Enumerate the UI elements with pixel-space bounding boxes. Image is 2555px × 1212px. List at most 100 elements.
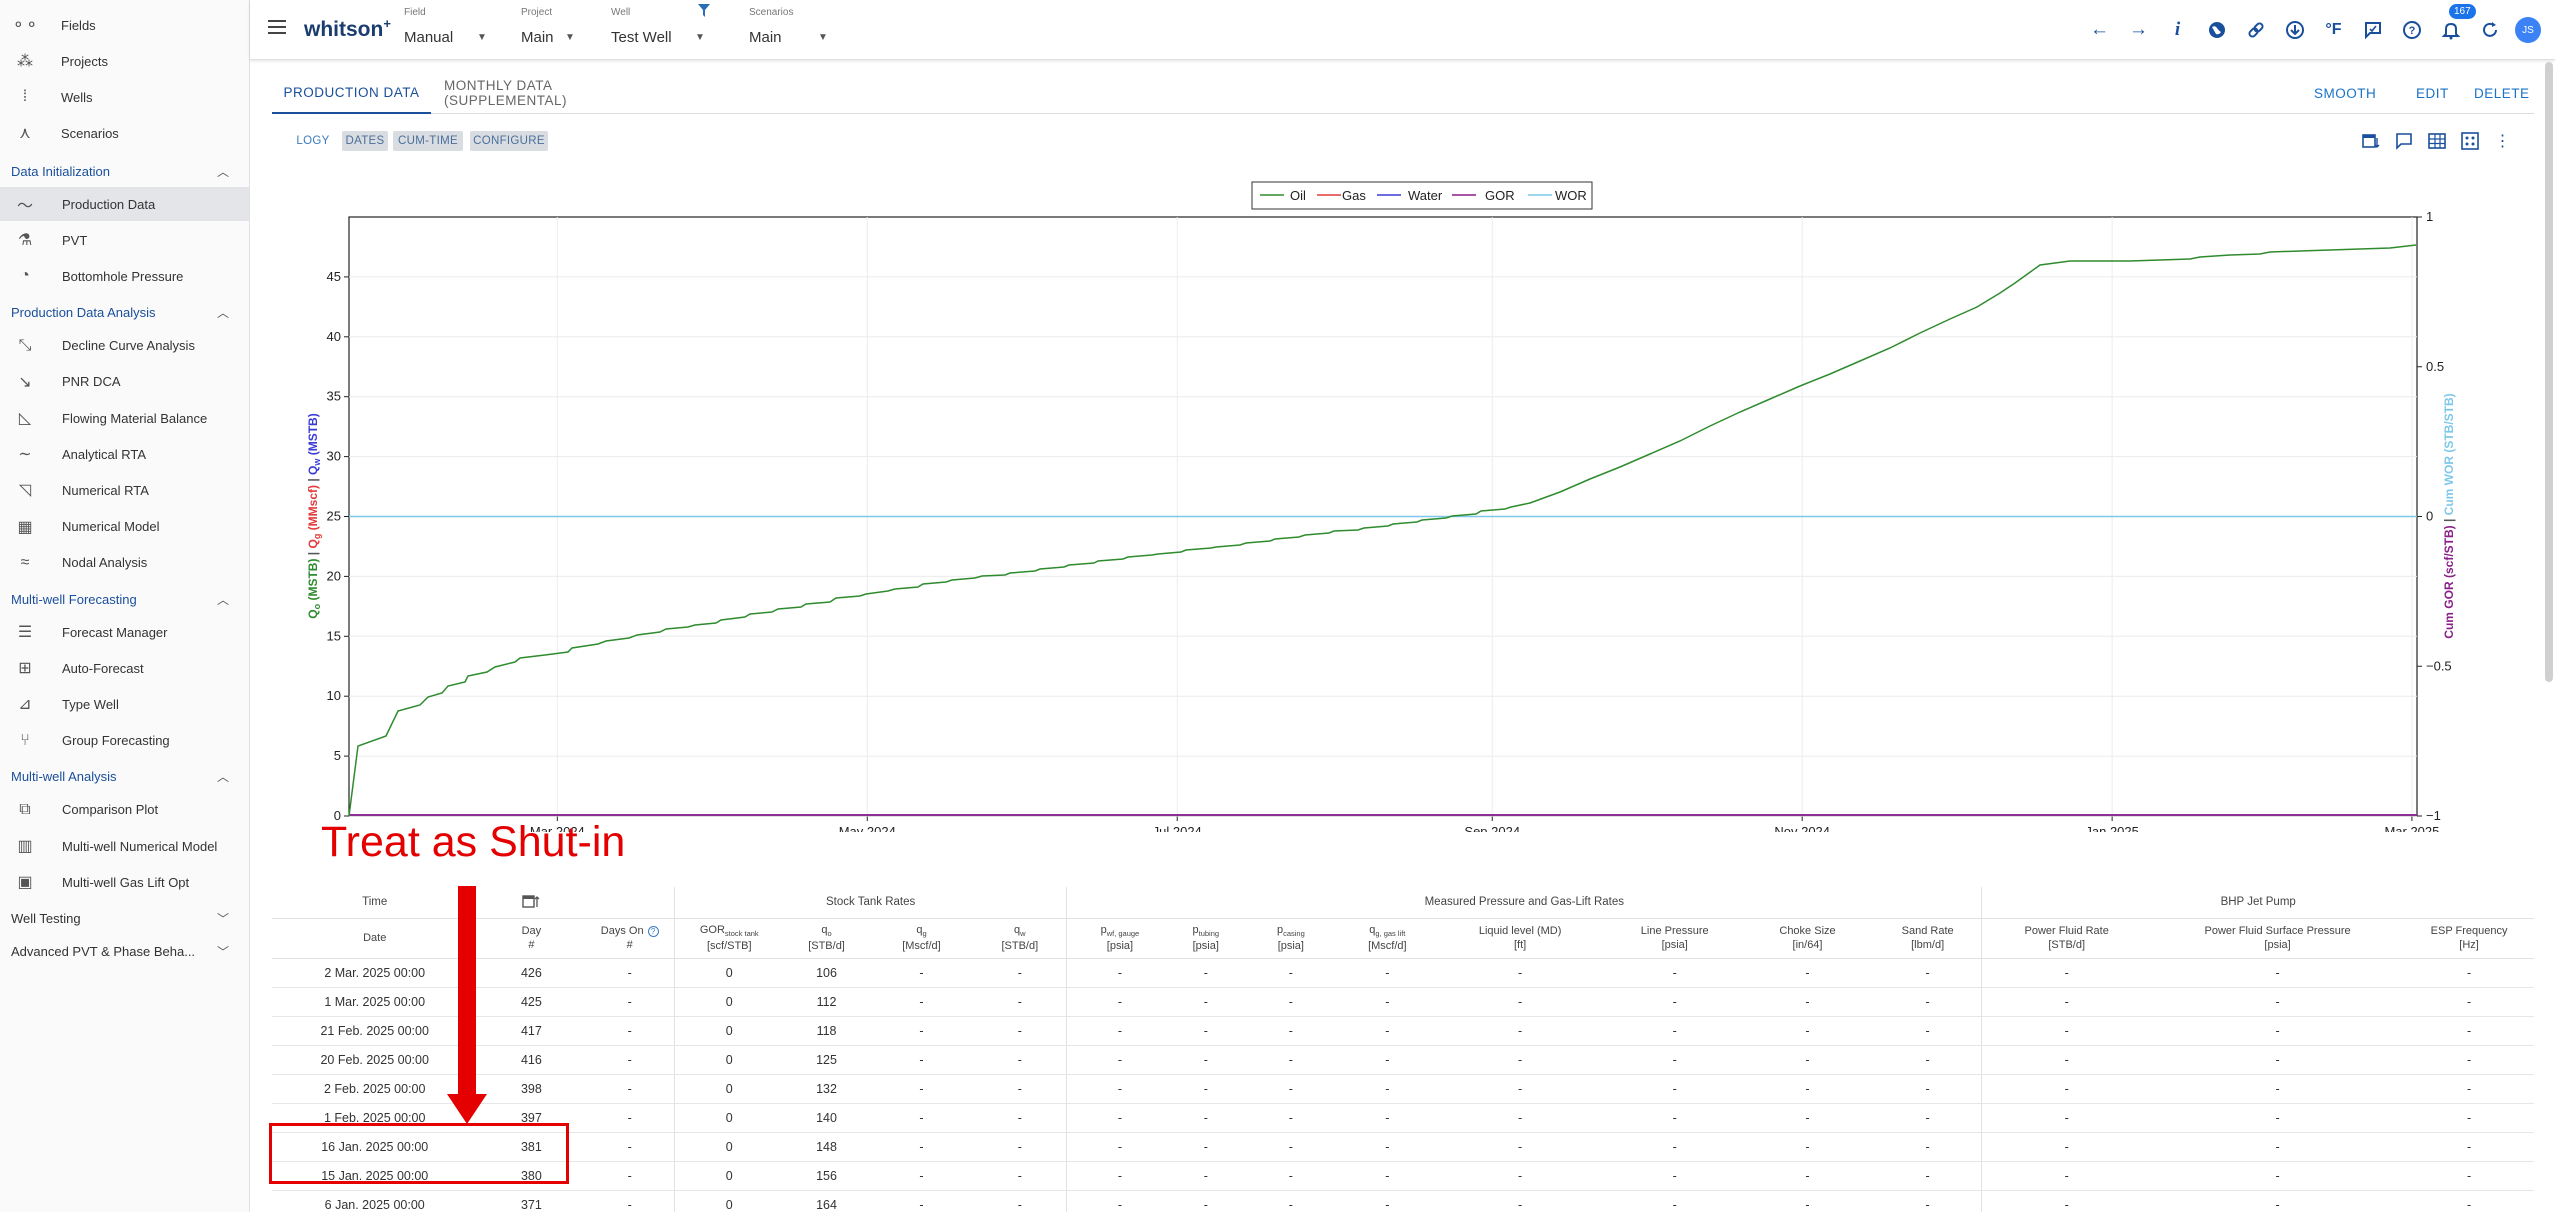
table-cell[interactable]: - — [585, 1161, 675, 1191]
table-cell[interactable]: - — [1873, 1190, 1982, 1212]
table-cell[interactable]: 0 — [674, 1161, 784, 1191]
sidebar-item-auto-forecast[interactable]: ⊞ Auto-Forecast — [0, 651, 249, 685]
table-cell[interactable]: - — [1342, 1045, 1432, 1075]
table-cell[interactable]: 371 — [477, 1190, 586, 1212]
table-cell[interactable]: - — [585, 958, 675, 988]
column-header[interactable]: qg, gas lift [Mscf/d] — [1342, 918, 1432, 959]
table-cell[interactable]: 132 — [783, 1074, 870, 1104]
table-cell[interactable]: - — [973, 1161, 1067, 1191]
download-icon[interactable] — [2275, 14, 2314, 46]
table-cell[interactable]: - — [2404, 1045, 2534, 1075]
delete-button[interactable]: DELETE — [2474, 72, 2530, 114]
table-cell[interactable]: - — [1172, 1103, 1239, 1133]
sidebar-item-nodal-analysis[interactable]: ≈ Nodal Analysis — [0, 546, 249, 580]
table-cell[interactable]: - — [1608, 1161, 1742, 1191]
sidebar-item-analytical-rta[interactable]: ∼ Analytical RTA — [0, 437, 249, 471]
table-cell[interactable]: - — [1238, 1074, 1343, 1104]
table-row[interactable]: 2 Feb. 2025 00:00 398-0 132- - - - - - - - - - - - - — [272, 1074, 2534, 1104]
table-cell[interactable]: - — [1066, 1161, 1173, 1191]
edit-button[interactable]: EDIT — [2416, 72, 2449, 114]
table-cell[interactable]: - — [869, 1045, 974, 1075]
column-header[interactable]: Date — [272, 918, 478, 959]
table-cell[interactable]: 426 — [477, 958, 586, 988]
sidebar-item-wells[interactable]: ⁞ Wells — [0, 80, 249, 114]
table-cell[interactable]: - — [1741, 958, 1874, 988]
table-cell[interactable]: - — [1741, 1074, 1874, 1104]
table-cell[interactable]: - — [1431, 1016, 1609, 1046]
table-cell[interactable]: 106 — [783, 958, 870, 988]
table-cell[interactable]: - — [1873, 987, 1982, 1017]
table-cell[interactable]: - — [1431, 1103, 1609, 1133]
link-icon[interactable] — [2236, 14, 2275, 46]
table-cell[interactable]: - — [585, 1016, 675, 1046]
table-cell[interactable]: - — [1873, 1016, 1982, 1046]
table-cell[interactable]: - — [585, 1132, 675, 1162]
table-cell[interactable]: - — [1981, 1074, 2151, 1104]
sidebar-section-5[interactable]: Advanced PVT & Phase Beha... ﹀ — [0, 936, 249, 966]
table-cell[interactable]: - — [1981, 987, 2151, 1017]
table-cell[interactable]: - — [1741, 1016, 1874, 1046]
sidebar-item-forecast-manager[interactable]: ☰ Forecast Manager — [0, 615, 249, 649]
scrollbar[interactable] — [2545, 62, 2553, 682]
table-cell[interactable]: - — [1172, 1190, 1239, 1212]
table-cell[interactable]: - — [1342, 1103, 1432, 1133]
table-cell[interactable]: - — [1608, 1074, 1742, 1104]
menu-icon[interactable] — [268, 20, 286, 34]
sidebar-item-pnr-dca[interactable]: ↘ PNR DCA — [0, 365, 249, 399]
globe-icon[interactable] — [2197, 14, 2236, 46]
sidebar-item-pvt[interactable]: ⚗ PVT — [0, 223, 249, 257]
refresh-icon[interactable] — [2470, 14, 2509, 46]
table-cell[interactable]: - — [1238, 1132, 1343, 1162]
sidebar-item-numerical-model[interactable]: ▦ Numerical Model — [0, 510, 249, 544]
help-circle-icon[interactable]: ? — [647, 925, 659, 937]
table-cell[interactable]: 0 — [674, 1016, 784, 1046]
table-cell[interactable]: 0 — [674, 987, 784, 1017]
column-header[interactable]: qw [STB/d] — [973, 918, 1067, 959]
table-cell[interactable]: 0 — [674, 958, 784, 988]
column-header[interactable]: pcasing [psia] — [1238, 918, 1343, 959]
table-cell[interactable]: - — [1741, 1132, 1874, 1162]
sidebar-section-2[interactable]: Multi-well Forecasting ︿ — [0, 584, 249, 614]
sidebar-section-1[interactable]: Production Data Analysis ︿ — [0, 298, 249, 328]
table-cell[interactable]: - — [1873, 958, 1982, 988]
table-cell[interactable]: 20 Feb. 2025 00:00 — [272, 1045, 478, 1075]
legend-label-wor[interactable]: WOR — [1555, 188, 1587, 203]
column-header[interactable]: Choke Size [in/64] — [1741, 918, 1874, 959]
table-cell[interactable]: - — [1172, 1074, 1239, 1104]
table-cell[interactable]: 125 — [783, 1045, 870, 1075]
feedback-icon[interactable] — [2353, 14, 2392, 46]
table-cell[interactable]: - — [1066, 1074, 1173, 1104]
sidebar-item-numerical-rta[interactable]: ◹ Numerical RTA — [0, 473, 249, 507]
table-cell[interactable]: - — [1238, 1103, 1343, 1133]
table-cell[interactable]: 6 Jan. 2025 00:00 — [272, 1190, 478, 1212]
table-cell[interactable]: - — [1608, 1103, 1742, 1133]
column-header[interactable]: Days On? # — [585, 918, 675, 959]
app-logo[interactable]: whitson+ — [304, 16, 391, 42]
table-cell[interactable]: - — [2404, 1190, 2534, 1212]
table-cell[interactable]: 164 — [783, 1190, 870, 1212]
table-cell[interactable]: - — [1172, 958, 1239, 988]
table-cell[interactable]: - — [2150, 1161, 2405, 1191]
info-icon[interactable]: i — [2158, 14, 2197, 46]
table-row[interactable]: 1 Mar. 2025 00:00 425-0 112- - - - - - - - - - - - - — [272, 987, 2534, 1017]
sidebar-section-0[interactable]: Data Initialization ︿ — [0, 156, 249, 186]
filter-icon[interactable] — [698, 4, 710, 21]
table-cell[interactable]: - — [973, 1016, 1067, 1046]
table-cell[interactable]: - — [2404, 1016, 2534, 1046]
table-cell[interactable]: - — [973, 958, 1067, 988]
table-cell[interactable]: - — [2404, 1161, 2534, 1191]
table-cell[interactable]: - — [1431, 1045, 1609, 1075]
table-cell[interactable]: - — [1431, 1132, 1609, 1162]
table-row[interactable]: 2 Mar. 2025 00:00 426-0 106- - - - - - - - - - - - - — [272, 958, 2534, 988]
table-cell[interactable]: - — [973, 1074, 1067, 1104]
table-cell[interactable]: - — [585, 1103, 675, 1133]
table-cell[interactable]: 0 — [674, 1103, 784, 1133]
table-row[interactable]: 21 Feb. 2025 00:00 417-0 118- - - - - - - - - - - - - — [272, 1016, 2534, 1046]
table-cell[interactable]: - — [869, 987, 974, 1017]
table-cell[interactable]: - — [2150, 1190, 2405, 1212]
table-cell[interactable]: - — [869, 1074, 974, 1104]
table-cell[interactable]: 0 — [674, 1190, 784, 1212]
scatter-settings-icon[interactable] — [2453, 128, 2486, 154]
legend-label-gas[interactable]: Gas — [1342, 188, 1366, 203]
table-cell[interactable]: - — [1172, 987, 1239, 1017]
